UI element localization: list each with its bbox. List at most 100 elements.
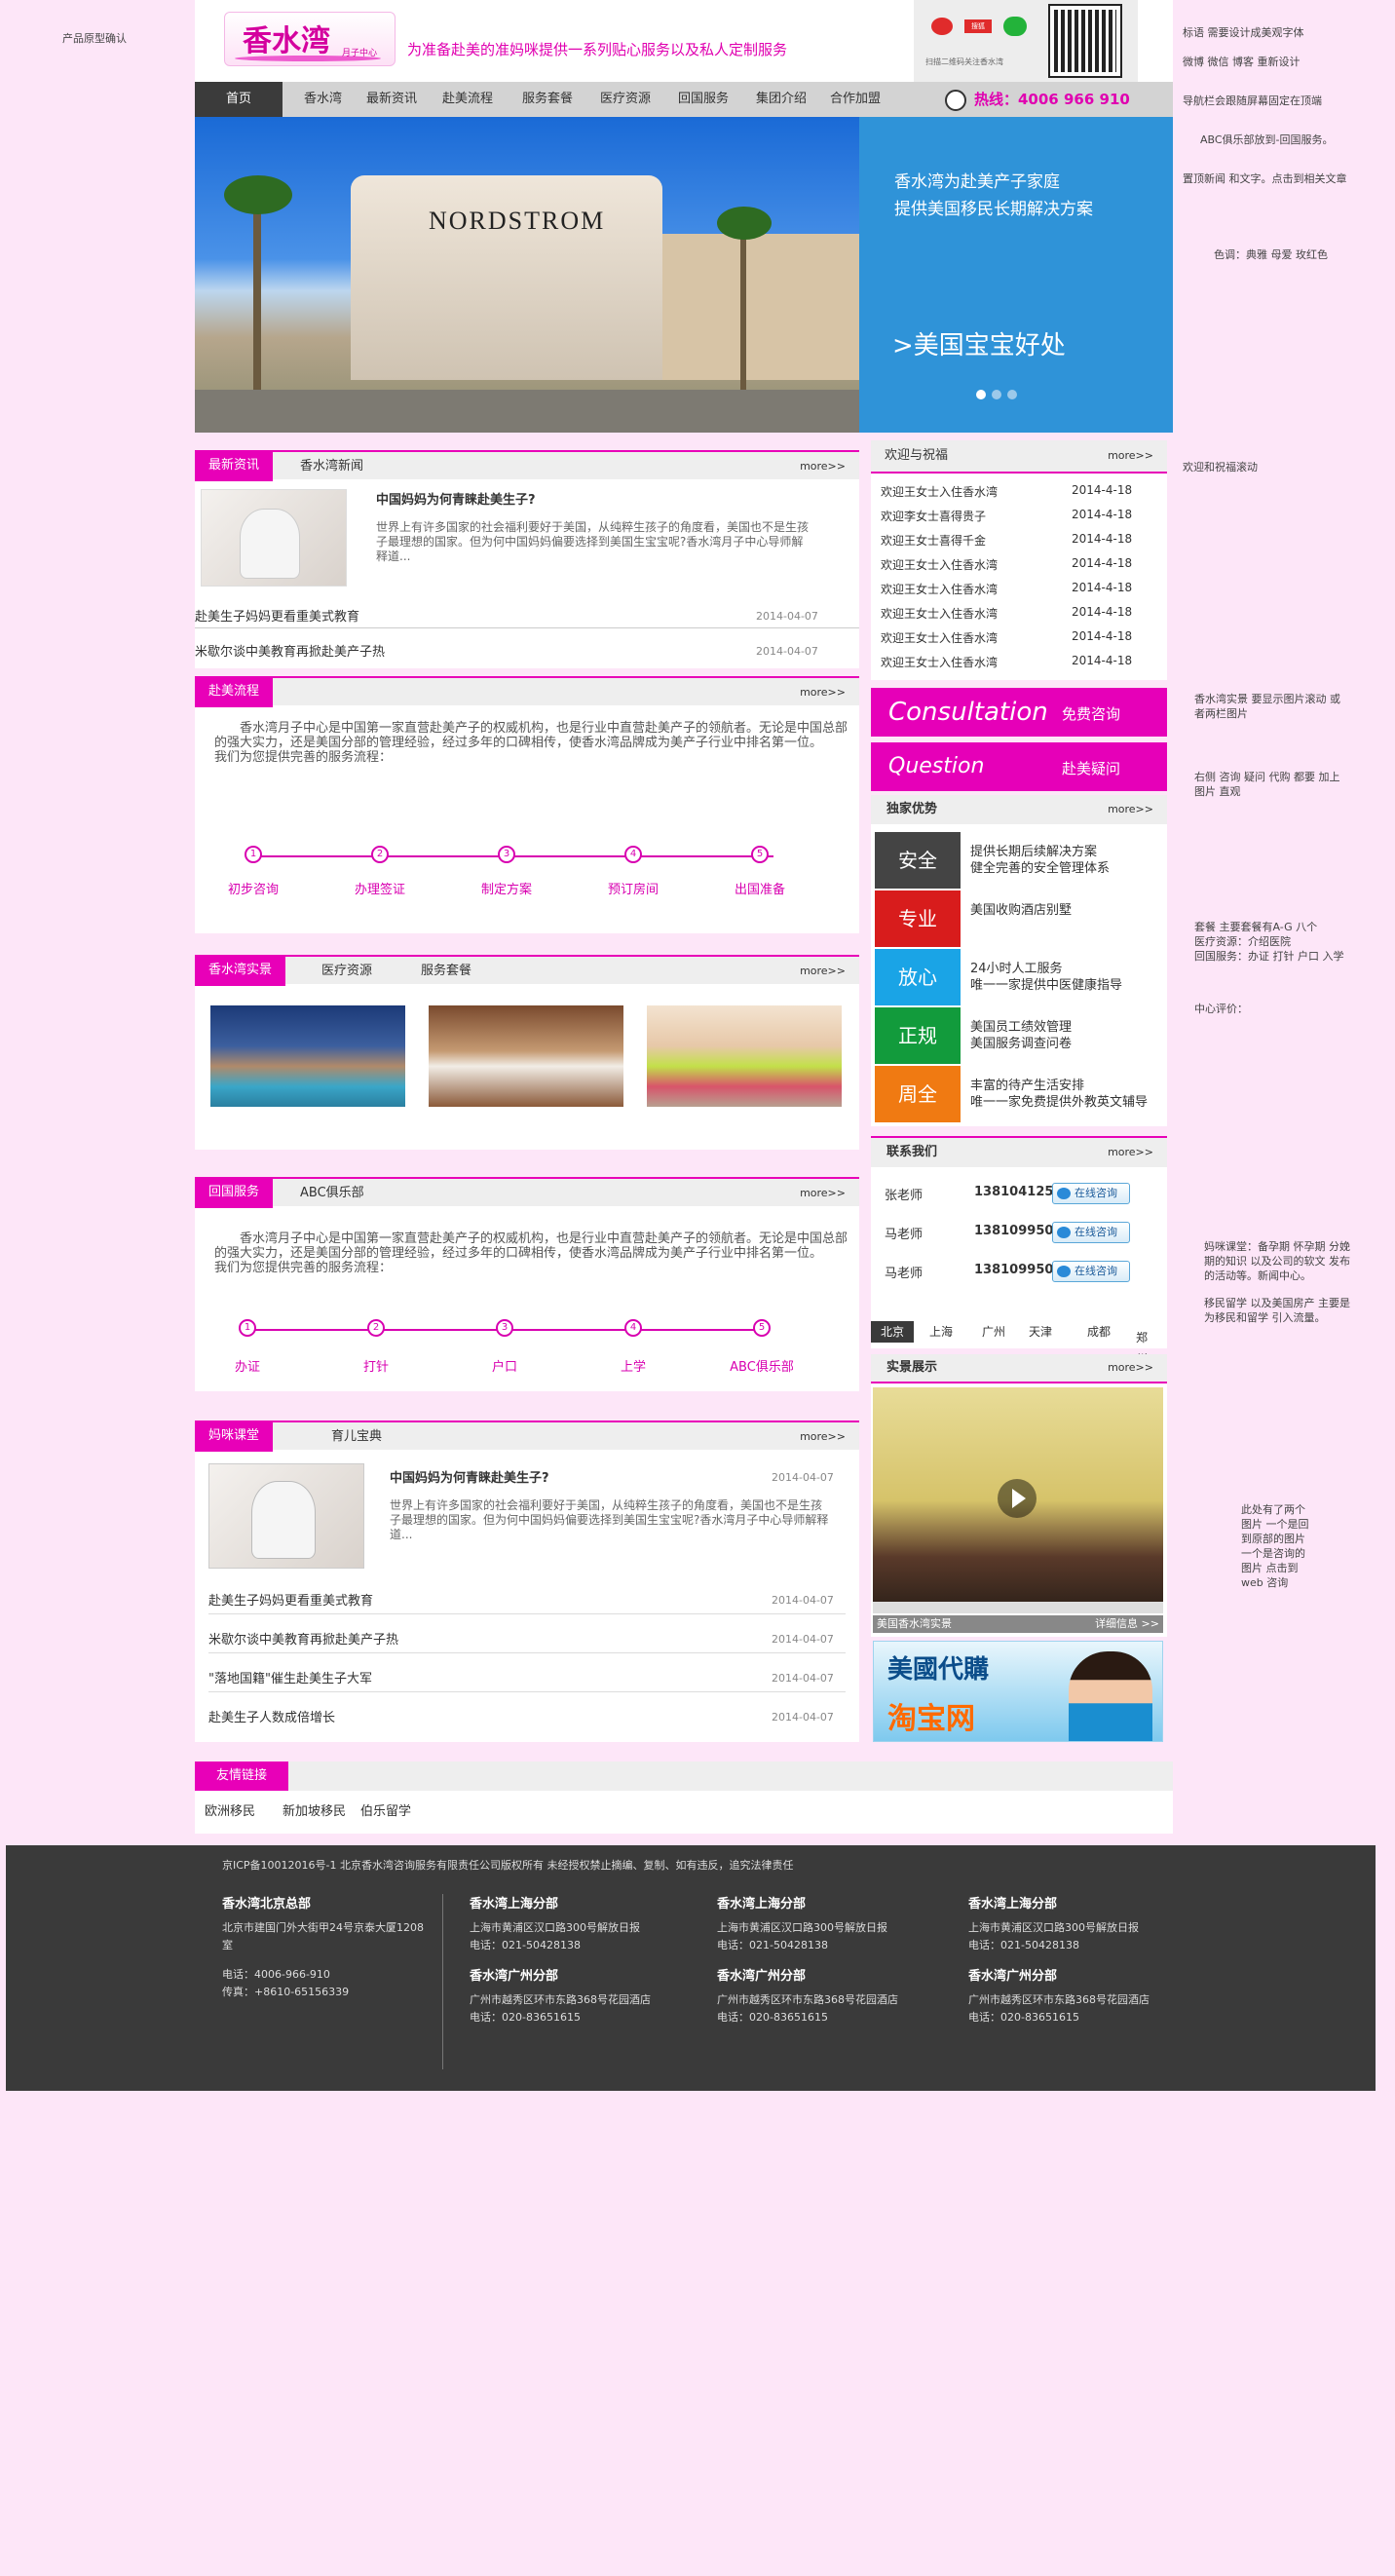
step-circle: 5 xyxy=(751,846,769,863)
class-top-title[interactable]: 中国妈妈为何青睐赴美生子? xyxy=(390,1467,549,1486)
city-tab[interactable]: 成都 xyxy=(1077,1321,1120,1343)
nav-item-xiangshuiwan[interactable]: 香水湾 xyxy=(304,82,342,117)
return-step[interactable]: 上学 xyxy=(580,1356,687,1375)
class-top-body: 世界上有许多国家的社会福利要好于美国，从纯粹生孩子的角度看，美国也不是生孩子最理… xyxy=(390,1498,829,1541)
wechat-icon[interactable] xyxy=(1003,17,1027,36)
process-step[interactable]: 办理签证 xyxy=(326,879,434,897)
city-tab[interactable]: 上海 xyxy=(920,1321,962,1343)
return-more-link[interactable]: more>> xyxy=(800,1179,846,1208)
scene-photo-kids-room[interactable] xyxy=(647,1005,842,1107)
banner-big-link[interactable]: >美国宝宝好处 xyxy=(892,325,1066,361)
city-tab[interactable]: 广州 xyxy=(972,1321,1015,1343)
question-button[interactable]: Question 赴美疑问 xyxy=(871,742,1167,791)
news-more-link[interactable]: more>> xyxy=(800,452,846,481)
scene-photo-villa[interactable] xyxy=(210,1005,405,1107)
contact-more-link[interactable]: more>> xyxy=(1108,1138,1153,1167)
class-item[interactable]: "落地国籍"催生赴美生子大军 xyxy=(208,1668,372,1686)
process-step[interactable]: 出国准备 xyxy=(706,879,813,897)
nav-item-home[interactable]: 首页 xyxy=(195,82,283,117)
welcome-item[interactable]: 欢迎王女士入住香水湾 xyxy=(881,556,998,573)
city-tab[interactable]: 北京 xyxy=(871,1321,915,1343)
online-consult-label: 在线咨询 xyxy=(1075,1226,1117,1238)
online-consult-button[interactable]: 在线咨询 xyxy=(1052,1222,1130,1243)
weibo-icon[interactable] xyxy=(931,18,953,35)
welcome-item[interactable]: 欢迎王女士入住香水湾 xyxy=(881,654,998,670)
tab-scenes[interactable]: 香水湾实景 xyxy=(195,955,286,986)
welcome-item[interactable]: 欢迎王女士入住香水湾 xyxy=(881,581,998,597)
tab-medical[interactable]: 医疗资源 xyxy=(321,957,372,986)
tab-company-news[interactable]: 香水湾新闻 xyxy=(300,452,363,481)
class-thumb[interactable] xyxy=(208,1463,364,1569)
nav-item-join[interactable]: 合作加盟 xyxy=(830,82,881,117)
class-item[interactable]: 赴美生子妈妈更看重美式教育 xyxy=(208,1590,373,1609)
sohu-icon[interactable]: 搜狐 xyxy=(964,19,992,33)
online-consult-button[interactable]: 在线咨询 xyxy=(1052,1261,1130,1282)
welcome-item[interactable]: 欢迎王女士入住香水湾 xyxy=(881,605,998,622)
banner-line2: 提供美国移民长期解决方案 xyxy=(894,200,1093,219)
slide-dot-2[interactable] xyxy=(992,390,1001,399)
mommy-class-section: 妈咪课堂 育儿宝典 more>> 中国妈妈为何青睐赴美生子? 2014-04-0… xyxy=(195,1421,859,1742)
welcome-more-link[interactable]: more>> xyxy=(1108,440,1153,472)
class-item[interactable]: 赴美生子人数成倍增长 xyxy=(208,1707,335,1725)
class-item-date: 2014-04-07 xyxy=(772,1594,834,1607)
welcome-item[interactable]: 欢迎李女士喜得贵子 xyxy=(881,508,986,524)
class-more-link[interactable]: more>> xyxy=(800,1422,846,1452)
taobao-banner[interactable]: 美國代購 淘宝网 xyxy=(873,1641,1163,1742)
tab-packages[interactable]: 服务套餐 xyxy=(421,957,471,986)
nav-item-packages[interactable]: 服务套餐 xyxy=(522,82,573,117)
scene-photo-bedroom[interactable] xyxy=(429,1005,623,1107)
logo-text: 香水湾 xyxy=(243,24,330,58)
news-top-body: 世界上有许多国家的社会福利要好于美国，从纯粹生孩子的角度看，美国也不是生孩子最理… xyxy=(376,520,810,563)
welcome-item[interactable]: 欢迎王女士入住香水湾 xyxy=(881,483,998,500)
process-step[interactable]: 制定方案 xyxy=(453,879,560,897)
video-player[interactable] xyxy=(873,1387,1163,1613)
slide-dot-1[interactable] xyxy=(976,390,986,399)
advantages-more-link[interactable]: more>> xyxy=(1108,795,1153,824)
scenes-more-link[interactable]: more>> xyxy=(800,957,846,986)
banner[interactable]: NORDSTROM 香水湾为赴美产子家庭 提供美国移民长期解决方案 >美国宝宝好… xyxy=(195,117,1173,433)
hotline: 热线：4006 966 910 xyxy=(974,91,1130,108)
footer-bj-tel: 电话：4006-966-910 xyxy=(222,1968,330,1981)
tab-return-service[interactable]: 回国服务 xyxy=(195,1177,274,1208)
process-step[interactable]: 初步咨询 xyxy=(200,879,307,897)
welcome-item-date: 2014-4-18 xyxy=(1072,581,1133,594)
link-singapore[interactable]: 新加坡移民 xyxy=(283,1800,346,1819)
video-detail-link[interactable]: 详细信息 >> xyxy=(1095,1615,1159,1633)
city-tab[interactable]: 郑州 xyxy=(1126,1327,1167,1366)
tab-latest-news[interactable]: 最新资讯 xyxy=(195,450,274,481)
video-more-link[interactable]: more>> xyxy=(1108,1354,1153,1382)
return-step[interactable]: 户口 xyxy=(451,1356,558,1375)
nav-item-process[interactable]: 赴美流程 xyxy=(442,82,493,117)
consultation-button[interactable]: Consultation 免费咨询 xyxy=(871,688,1167,737)
link-europe[interactable]: 欧洲移民 xyxy=(205,1800,255,1819)
logo[interactable]: 香水湾 月子中心 xyxy=(224,12,396,66)
nav-item-news[interactable]: 最新资讯 xyxy=(366,82,417,117)
banner-line1: 香水湾为赴美产子家庭 xyxy=(894,172,1060,192)
nav-item-return[interactable]: 回国服务 xyxy=(678,82,729,117)
video-progress-bar[interactable] xyxy=(873,1602,1163,1613)
news-item[interactable]: 赴美生子妈妈更看重美式教育 xyxy=(195,606,359,625)
class-item[interactable]: 米歇尔谈中美教育再掀赴美产子热 xyxy=(208,1629,398,1648)
scenes-header: 香水湾实景 医疗资源 服务套餐 more>> xyxy=(195,955,859,986)
tab-process[interactable]: 赴美流程 xyxy=(195,676,274,707)
news-item[interactable]: 米歇尔谈中美教育再掀赴美产子热 xyxy=(195,641,385,660)
welcome-item[interactable]: 欢迎王女士喜得千金 xyxy=(881,532,986,549)
city-tab[interactable]: 天津 xyxy=(1019,1321,1062,1343)
nav-item-group[interactable]: 集团介绍 xyxy=(756,82,807,117)
nav-item-medical[interactable]: 医疗资源 xyxy=(600,82,651,117)
tab-abc-club[interactable]: ABC俱乐部 xyxy=(300,1179,364,1208)
news-thumb[interactable] xyxy=(201,489,347,587)
news-top-title[interactable]: 中国妈妈为何青睐赴美生子? xyxy=(376,489,536,508)
link-bole[interactable]: 伯乐留学 xyxy=(360,1800,411,1819)
return-step[interactable]: 打针 xyxy=(322,1356,430,1375)
tab-mommy-class[interactable]: 妈咪课堂 xyxy=(195,1421,274,1452)
return-step[interactable]: ABC俱乐部 xyxy=(708,1356,815,1375)
slide-dot-3[interactable] xyxy=(1007,390,1017,399)
contact-header: 联系我们 more>> xyxy=(871,1136,1167,1167)
tab-parenting[interactable]: 育儿宝典 xyxy=(331,1422,382,1452)
welcome-item[interactable]: 欢迎王女士入住香水湾 xyxy=(881,629,998,646)
process-more-link[interactable]: more>> xyxy=(800,678,846,707)
return-step[interactable]: 办证 xyxy=(194,1356,301,1375)
online-consult-button[interactable]: 在线咨询 xyxy=(1052,1183,1130,1204)
process-step[interactable]: 预订房间 xyxy=(580,879,687,897)
